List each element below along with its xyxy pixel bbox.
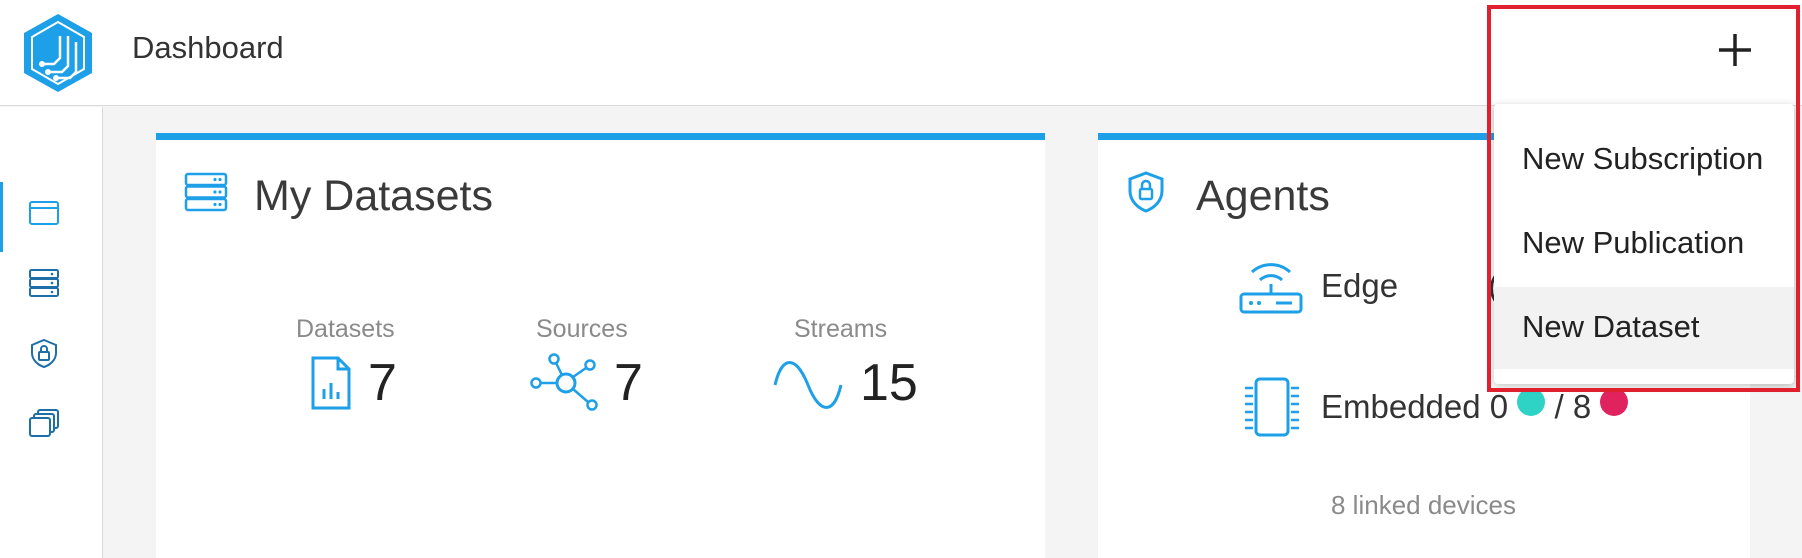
sidebar-item-dashboard[interactable] <box>0 182 102 252</box>
edge-label: Edge <box>1321 267 1399 304</box>
stat-sources[interactable]: Sources 7 <box>530 315 696 415</box>
stat-datasets[interactable]: Datasets 7 <box>296 315 456 415</box>
offline-status-dot <box>1600 388 1629 416</box>
stat-value: 7 <box>368 354 397 412</box>
menu-item-label: New Subscription <box>1522 141 1764 176</box>
menu-item-label: New Publication <box>1522 225 1745 260</box>
agents-card-title: Agents <box>1196 172 1330 220</box>
stat-label: Datasets <box>296 315 395 343</box>
sidebar-item-copies[interactable] <box>0 392 102 454</box>
chip-icon <box>1245 377 1299 437</box>
stat-value: 15 <box>860 354 918 412</box>
server-icon <box>184 172 228 212</box>
datasets-card-title: My Datasets <box>254 172 493 220</box>
shield-lock-icon <box>1128 171 1164 213</box>
hub-icon <box>530 353 598 411</box>
add-button[interactable] <box>1700 18 1770 82</box>
menu-item-new-dataset[interactable]: New Dataset <box>1494 287 1794 369</box>
page-title: Dashboard <box>132 30 284 65</box>
stat-label: Sources <box>536 315 628 343</box>
router-icon <box>1239 263 1303 314</box>
embedded-separator: / <box>1554 388 1564 425</box>
sidebar <box>0 107 103 558</box>
top-bar: Dashboard <box>0 0 1802 106</box>
add-dropdown-menu: New Subscription New Publication New Dat… <box>1494 104 1794 384</box>
plus-icon <box>1719 34 1751 66</box>
stack-icon <box>29 409 59 437</box>
app-logo-icon[interactable] <box>20 12 96 94</box>
menu-item-label: New Dataset <box>1522 309 1700 344</box>
menu-item-new-subscription[interactable]: New Subscription <box>1494 119 1794 201</box>
file-chart-icon <box>311 356 351 410</box>
sine-wave-icon <box>773 361 843 409</box>
stat-streams[interactable]: Streams 15 <box>772 315 952 415</box>
sidebar-item-datasets[interactable] <box>0 252 102 314</box>
datasets-card: My Datasets Datasets 7 Sources 7 Streams… <box>156 133 1045 558</box>
window-icon <box>29 201 59 225</box>
server-icon <box>29 269 59 297</box>
menu-item-new-publication[interactable]: New Publication <box>1494 203 1794 285</box>
embedded-row: Embedded 0 / 8 <box>1321 388 1629 426</box>
embedded-online-count: 0 <box>1489 388 1509 425</box>
shield-lock-icon <box>31 338 57 368</box>
stat-value: 7 <box>614 354 643 412</box>
online-status-dot <box>1517 388 1546 416</box>
sidebar-item-agents[interactable] <box>0 322 102 384</box>
stat-label: Streams <box>794 315 888 343</box>
linked-devices-text: 8 linked devices <box>1331 490 1516 520</box>
embedded-total-count: 8 <box>1572 388 1592 425</box>
embedded-label: Embedded <box>1321 388 1481 425</box>
